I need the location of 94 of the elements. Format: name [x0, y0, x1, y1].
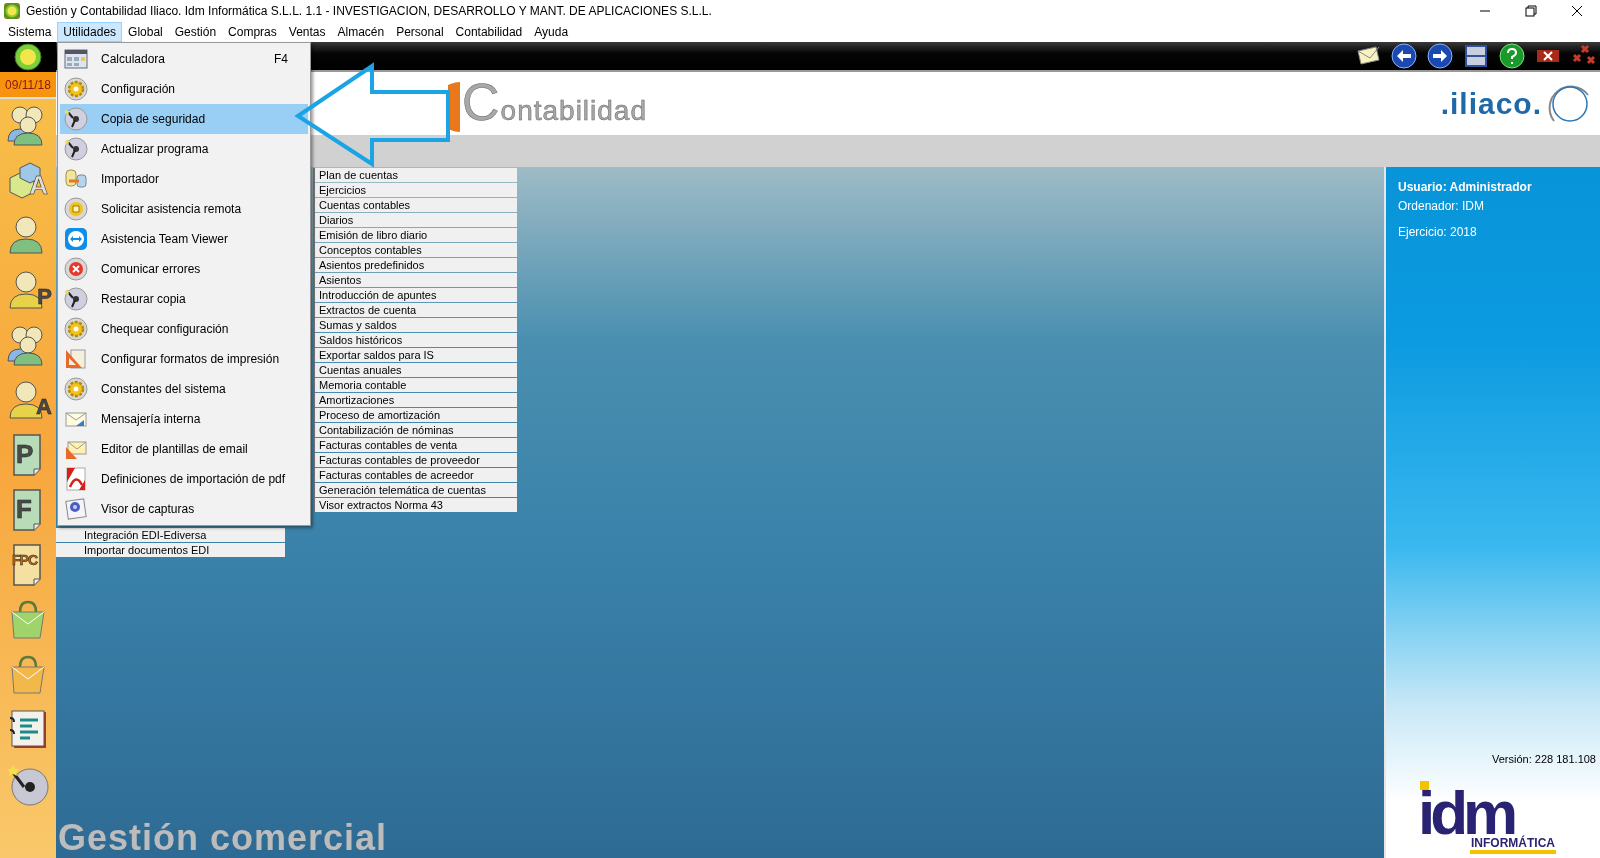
date-label: 09/11/18 — [0, 72, 56, 99]
list-item[interactable]: Proceso de amortización — [315, 408, 517, 422]
menu-item[interactable]: Contabilidad — [449, 22, 529, 42]
list-item[interactable]: Plan de cuentas — [315, 168, 517, 182]
dropdown-item[interactable]: Configuración — [60, 74, 308, 104]
sidebar-button[interactable]: A — [4, 378, 52, 422]
icon-letter: P — [16, 441, 34, 467]
menu-item[interactable]: Almacén — [331, 22, 391, 42]
list-item[interactable]: Cuentas contables — [315, 198, 517, 212]
app-icon — [4, 3, 20, 19]
icon-letter: F — [16, 496, 32, 522]
window-title: Gestión y Contabilidad Iliaco. Idm Informática S.L.L. 1.1 - INVESTIGACION, DESARROLLO Y MANT. DE APLICACIONES S.L.L. — [26, 3, 713, 20]
disc-icon — [64, 137, 88, 161]
list-item[interactable]: Introducción de apuntes — [315, 288, 517, 302]
module-title: Gestión comercial — [58, 818, 389, 858]
computer-label: Ordenador: IDM — [1398, 198, 1486, 215]
list-item[interactable]: Ejercicios — [315, 183, 517, 197]
orb-button[interactable] — [0, 42, 56, 72]
disc-icon — [6, 763, 50, 807]
dropdown-item[interactable]: Visor de capturas — [60, 494, 308, 524]
dropdown-item[interactable]: Importador — [60, 164, 308, 194]
menu-item[interactable]: Gestión — [168, 22, 223, 42]
list-item[interactable]: Sumas y saldos — [315, 318, 517, 332]
orb-icon — [14, 43, 42, 71]
dropdown-item[interactable]: Actualizar programa — [60, 134, 308, 164]
list-item[interactable]: Amortizaciones — [315, 393, 517, 407]
list-item[interactable]: Conceptos contables — [315, 243, 517, 257]
dropdown-item[interactable]: Definiciones de importación de pdf — [60, 464, 308, 494]
disc-icon — [64, 107, 88, 131]
sidebar-button[interactable]: F — [4, 488, 52, 532]
company-logo-caption: INFORMÁTICA — [1470, 837, 1556, 854]
back-icon[interactable] — [1390, 43, 1418, 69]
screenshot-icon — [64, 497, 88, 521]
dropdown-item[interactable]: Constantes del sistema — [60, 374, 308, 404]
list-item[interactable]: Integración EDI-Ediversa — [56, 528, 285, 542]
sidebar-button[interactable]: P — [4, 433, 52, 477]
dropdown-item[interactable]: Configurar formatos de impresión — [60, 344, 308, 374]
gear-icon — [64, 77, 88, 101]
database-icon — [64, 167, 88, 191]
window-icon[interactable] — [1462, 43, 1490, 69]
icon-letter: A — [36, 396, 52, 418]
list-item[interactable]: Extractos de cuenta — [315, 303, 517, 317]
list-item[interactable]: Asientos — [315, 273, 517, 287]
module-logo-text: Contabilidad — [462, 75, 647, 133]
list-item[interactable]: Exportar saldos para IS — [315, 348, 517, 362]
dropdown-item[interactable]: Solicitar asistencia remota — [60, 194, 308, 224]
dropdown-item[interactable]: Comunicar errores — [60, 254, 308, 284]
forward-icon[interactable] — [1426, 43, 1454, 69]
list-item[interactable]: Memoria contable — [315, 378, 517, 392]
list-item[interactable]: Asientos predefinidos — [315, 258, 517, 272]
list-item[interactable]: Visor extractos Norma 43 — [315, 498, 517, 512]
menu-item[interactable]: Global — [122, 22, 169, 42]
list-item[interactable]: Generación telemática de cuentas — [315, 483, 517, 497]
arrows-icon — [64, 227, 88, 251]
menu-item[interactable]: Compras — [222, 22, 283, 42]
error-icon — [64, 257, 88, 281]
list-item[interactable]: Facturas contables de venta — [315, 438, 517, 452]
close-icon[interactable] — [1570, 4, 1584, 18]
dropdown-item[interactable]: Restaurar copia — [60, 284, 308, 314]
version-label: Versión: 228 181.108 — [1492, 751, 1596, 767]
sidebar-button[interactable]: P — [4, 268, 52, 312]
dropdown-item[interactable]: Copia de seguridad — [60, 104, 308, 134]
list-item[interactable]: Emisión de libro diario — [315, 228, 517, 242]
year-label: Ejercicio: 2018 — [1398, 224, 1478, 241]
list-item[interactable]: Contabilización de nóminas — [315, 423, 517, 437]
help-icon[interactable] — [1498, 43, 1526, 69]
logo-square — [1420, 781, 1429, 790]
dropdown-item[interactable]: Asistencia Team Viewer — [60, 224, 308, 254]
calculator-icon — [64, 47, 88, 71]
pdf-icon — [64, 467, 88, 491]
list-item[interactable]: Facturas contables de acreedor — [315, 468, 517, 482]
company-logo-mark: idm — [1418, 790, 1514, 836]
menu-item[interactable]: Personal — [390, 22, 450, 42]
restore-icon[interactable] — [1524, 4, 1538, 18]
user-label: Usuario: Administrador — [1398, 179, 1533, 196]
menu-item[interactable]: Ayuda — [528, 22, 575, 42]
list-item[interactable]: Importar documentos EDI — [56, 543, 285, 557]
list-item[interactable]: Cuentas anuales — [315, 363, 517, 377]
brand-logo-text: .iliaco. — [1440, 86, 1542, 122]
dropdown-item[interactable]: Mensajería interna — [60, 404, 308, 434]
dropdown-item[interactable]: Editor de plantillas de email — [60, 434, 308, 464]
gear-icon — [64, 377, 88, 401]
menu-item[interactable]: Ventas — [282, 22, 332, 42]
gear-icon — [64, 317, 88, 341]
dropdown-item[interactable]: Chequear configuración — [60, 314, 308, 344]
list-item[interactable]: Diarios — [315, 213, 517, 227]
set-square-icon — [64, 347, 88, 371]
menu-item[interactable]: Utilidades — [57, 22, 123, 42]
list-item[interactable]: Facturas contables de proveedor — [315, 453, 517, 467]
list-item[interactable]: Saldos históricos — [315, 333, 517, 347]
disc-icon — [64, 287, 88, 311]
menu-item[interactable]: Sistema — [2, 22, 58, 42]
dropdown-item[interactable]: Calculadora F4 — [60, 44, 308, 74]
icon-letter: P — [37, 286, 52, 308]
